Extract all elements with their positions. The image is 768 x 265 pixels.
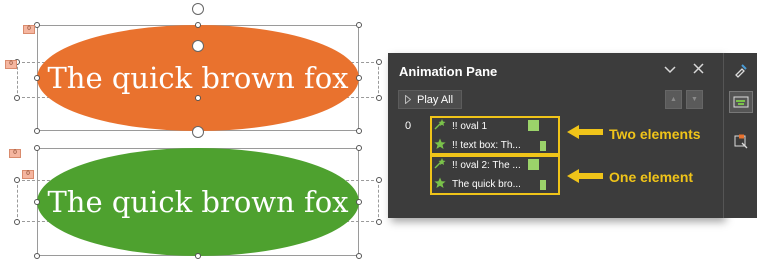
resize-handle[interactable] xyxy=(195,22,201,28)
callout-two-elements: Two elements xyxy=(609,126,701,142)
play-all-button[interactable]: Play All xyxy=(398,90,462,109)
animation-tag: 0 xyxy=(5,60,17,69)
highlight-box-group1 xyxy=(430,116,560,155)
resize-handle[interactable] xyxy=(356,199,362,205)
rotate-handle-icon[interactable] xyxy=(192,3,204,15)
step-number: 0 xyxy=(405,120,412,132)
green-oval-shape[interactable]: The quick brown fox xyxy=(37,148,359,256)
resize-handle[interactable] xyxy=(356,22,362,28)
rotate-handle-icon[interactable] xyxy=(192,126,204,138)
resize-handle[interactable] xyxy=(14,95,20,101)
animation-tag: 0 xyxy=(9,149,21,158)
resize-handle[interactable] xyxy=(376,219,382,225)
animation-tag: 0 xyxy=(23,25,35,34)
resize-handle[interactable] xyxy=(34,199,40,205)
resize-handle[interactable] xyxy=(376,177,382,183)
resize-handle[interactable] xyxy=(34,145,40,151)
resize-handle[interactable] xyxy=(195,253,201,259)
callout-one-element: One element xyxy=(609,169,694,185)
resize-handle[interactable] xyxy=(376,95,382,101)
resize-handle[interactable] xyxy=(356,128,362,134)
resize-handle[interactable] xyxy=(34,75,40,81)
resize-handle[interactable] xyxy=(356,253,362,259)
play-icon xyxy=(405,95,411,104)
resize-handle[interactable] xyxy=(376,59,382,65)
chevron-down-icon[interactable] xyxy=(662,62,678,77)
resize-handle[interactable] xyxy=(356,145,362,151)
side-tool-strip xyxy=(723,53,757,218)
resize-handle[interactable] xyxy=(14,177,20,183)
rotate-handle-icon[interactable] xyxy=(192,40,204,52)
pane-title: Animation Pane xyxy=(399,64,498,79)
close-icon[interactable] xyxy=(690,62,706,77)
selection-pane-icon[interactable] xyxy=(729,131,753,153)
arrow-left-icon xyxy=(567,169,603,183)
format-brush-icon[interactable] xyxy=(729,59,753,81)
arrow-left-icon xyxy=(567,125,603,139)
resize-handle[interactable] xyxy=(34,128,40,134)
resize-handle[interactable] xyxy=(34,253,40,259)
green-oval-text: The quick brown fox xyxy=(47,185,349,219)
move-up-button[interactable]: ▲ xyxy=(665,90,682,109)
animation-pane-toggle-icon[interactable] xyxy=(729,91,753,113)
play-all-label: Play All xyxy=(417,93,454,106)
move-down-button[interactable]: ▼ xyxy=(686,90,703,109)
orange-oval-text: The quick brown fox xyxy=(47,61,349,95)
highlight-box-group2 xyxy=(430,155,560,195)
resize-handle[interactable] xyxy=(14,219,20,225)
resize-handle[interactable] xyxy=(195,95,201,101)
animation-tag: 0 xyxy=(22,170,34,179)
animation-pane: Animation Pane Play All ▲ ▼ 0 !! oval 1 … xyxy=(388,53,723,218)
resize-handle[interactable] xyxy=(356,75,362,81)
